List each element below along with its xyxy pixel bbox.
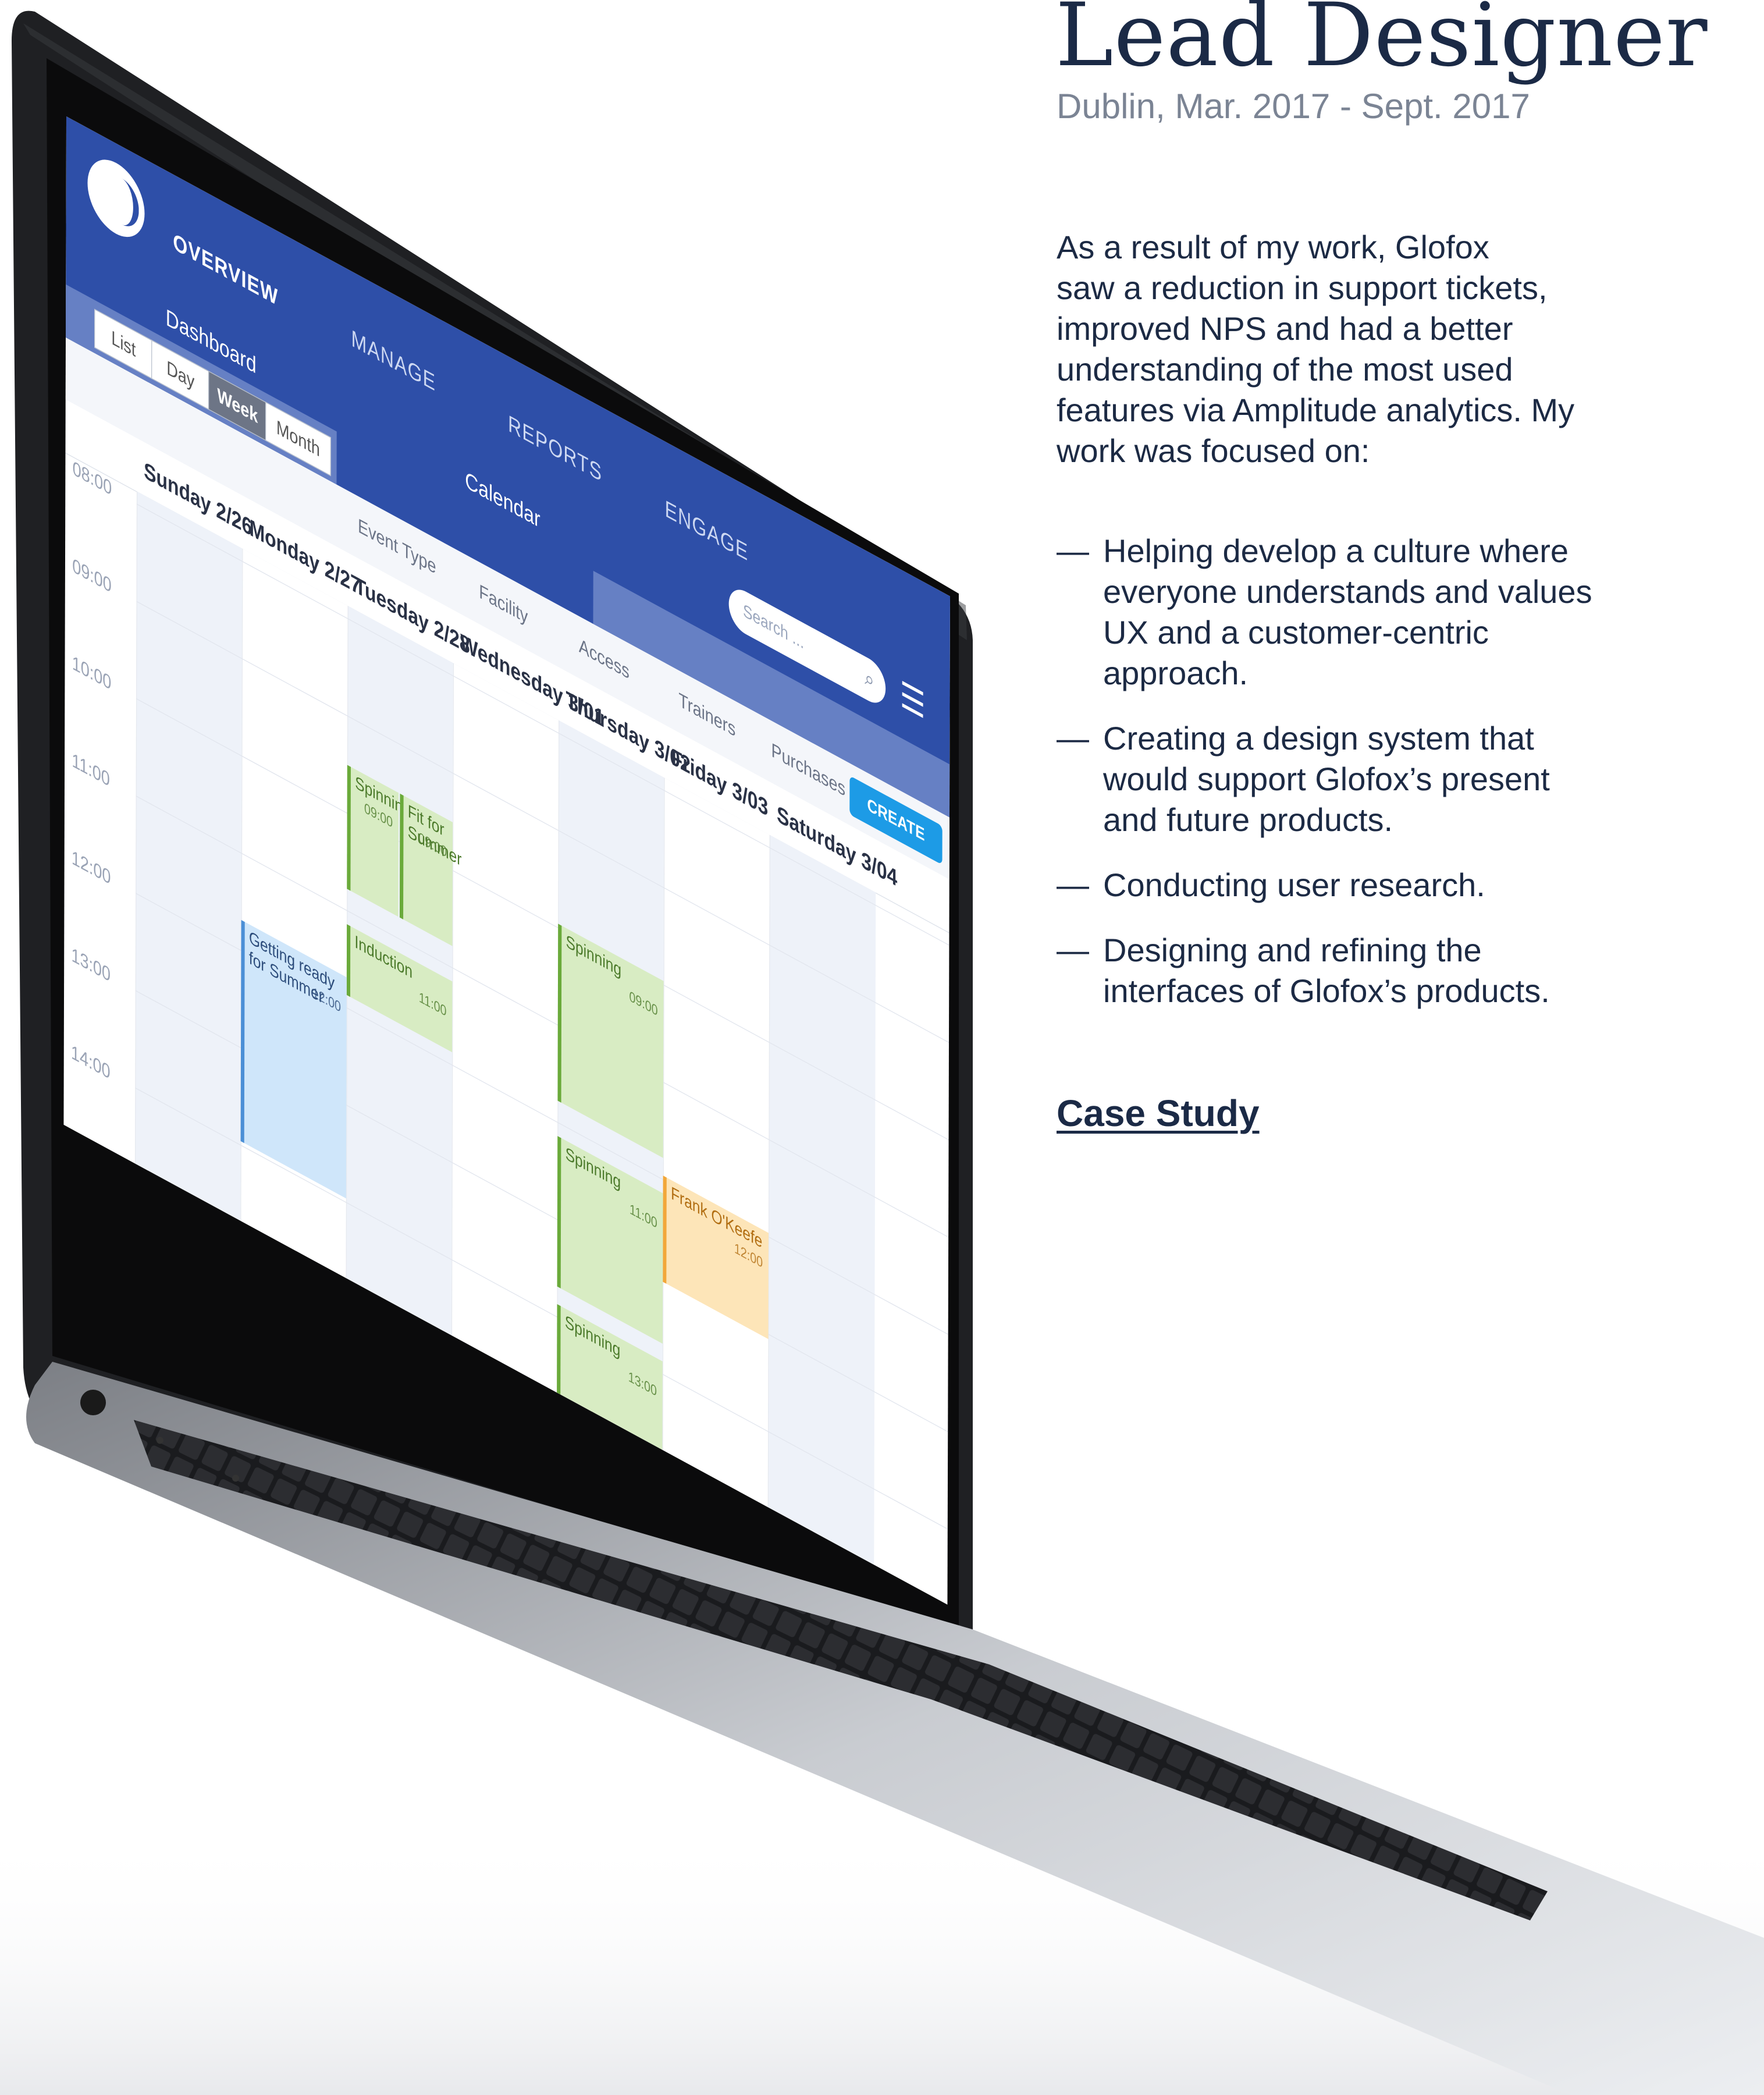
focus-line: interfaces of Glofox’s products. [1103,972,1550,1009]
dash-bullet: — [1057,867,1089,903]
subnav-calendar[interactable]: Calendar [465,466,540,534]
event-time: 11:00 [630,1202,657,1232]
focus-item: — Helping develop a culture where everyo… [1057,531,1638,694]
hour-label: 13:00 [71,943,111,986]
focus-list: — Helping develop a culture where everyo… [1057,531,1638,1036]
focus-line: Helping develop a culture where [1103,532,1569,569]
intro-line: As a result of my work, Glofox [1057,229,1489,265]
focus-line: Designing and refining the [1103,932,1482,968]
status-light [157,1437,163,1444]
focus-item: — Designing and refining the interfaces … [1057,930,1638,1011]
nav-manage[interactable]: MANAGE [351,324,436,397]
intro-line: understanding of the most used [1057,351,1513,388]
event-time: 11:00 [418,989,447,1020]
filter-facility[interactable]: Facility [479,580,528,629]
page-title: Lead Designer [1055,0,1708,86]
hamburger-menu-icon[interactable]: ☰ [900,673,926,728]
intro-line: work was focused on: [1057,432,1370,469]
intro-line: improved NPS and had a better [1057,310,1513,347]
filter-access[interactable]: Access [579,634,630,684]
focus-line: approach. [1103,655,1249,691]
hour-label: 10:00 [72,651,112,695]
event-time: 09:00 [629,989,658,1020]
event-time: 12:00 [312,985,341,1016]
role-location-dates: Dublin, Mar. 2017 - Sept. 2017 [1057,87,1530,126]
focus-line: everyone understands and values [1103,573,1592,610]
hour-label: 14:00 [70,1040,111,1084]
focus-line: Conducting user research. [1103,867,1485,903]
intro-line: saw a reduction in support tickets, [1057,269,1548,306]
hinge-port [80,1390,106,1415]
glofox-logo[interactable] [87,147,145,250]
search-icon: ⌕ [865,665,874,694]
dash-bullet: — [1057,932,1089,968]
case-study-link[interactable]: Case Study [1057,1092,1260,1135]
hour-label: 11:00 [72,748,110,791]
intro-line: features via Amplitude analytics. My [1057,392,1575,428]
focus-line: Creating a design system that [1103,720,1534,757]
dash-bullet: — [1057,532,1089,569]
event-time: 13:00 [628,1369,657,1400]
search-placeholder: Search ... [743,601,805,654]
focus-item: — Creating a design system that would su… [1057,718,1638,840]
filter-trainers[interactable]: Trainers [678,688,735,742]
focus-line: UX and a customer-centric [1103,614,1489,651]
hour-label: 09:00 [72,553,112,598]
intro-paragraph: As a result of my work, Glofox saw a red… [1057,227,1720,471]
focus-line: and future products. [1103,801,1393,838]
focus-item: — Conducting user research. [1057,865,1638,906]
hour-label: 12:00 [71,846,111,889]
nav-overview[interactable]: OVERVIEW [173,228,278,312]
nav-reports[interactable]: REPORTS [508,410,602,488]
nav-engage[interactable]: ENGAGE [665,495,749,567]
dash-bullet: — [1057,720,1089,757]
focus-line: would support Glofox’s present [1103,761,1550,797]
